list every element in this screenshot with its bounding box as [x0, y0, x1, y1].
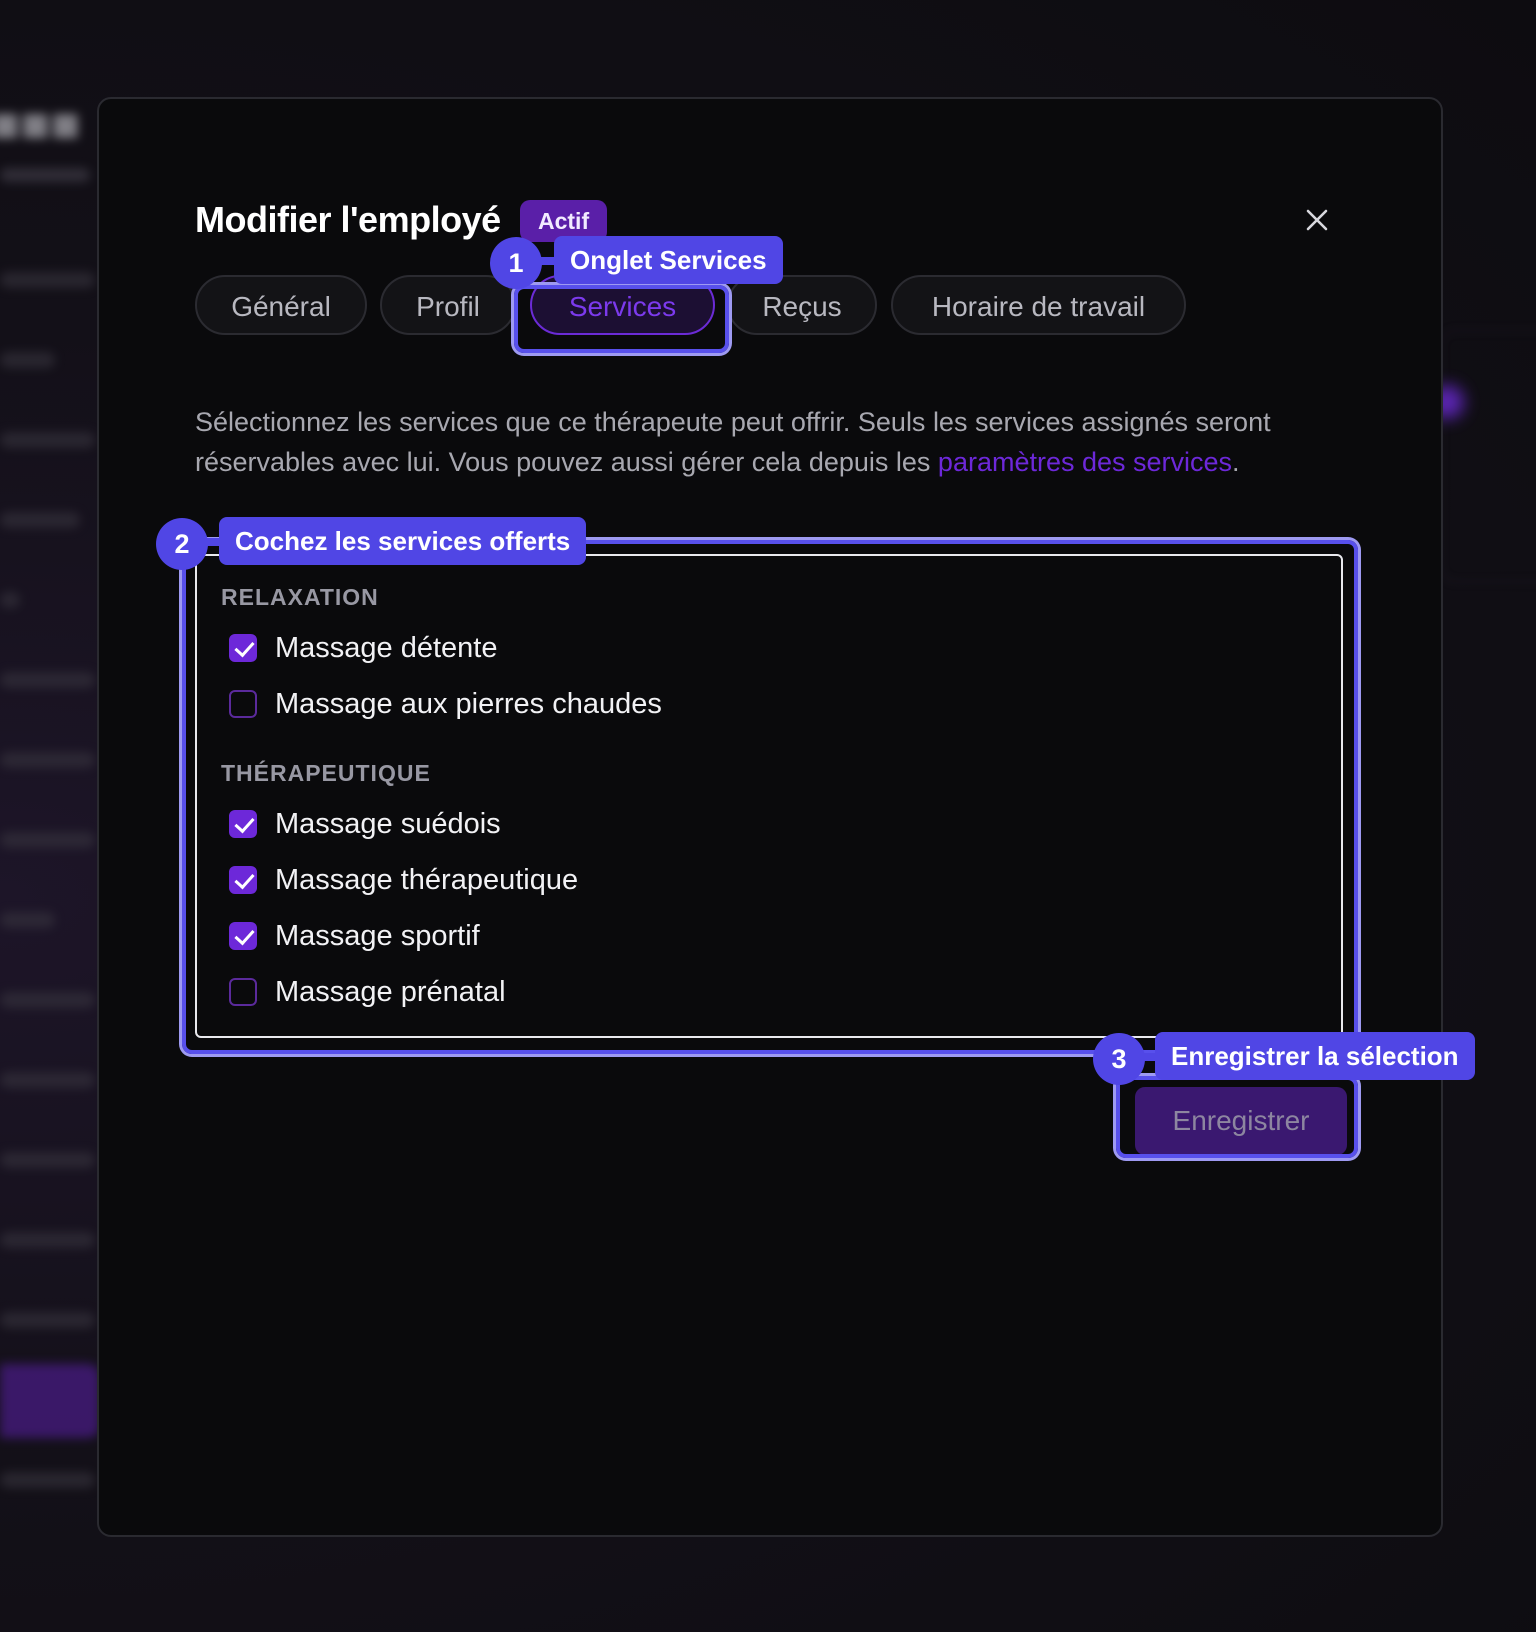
tab-horaire-de-travail[interactable]: Horaire de travail: [891, 275, 1186, 335]
close-icon[interactable]: [1302, 205, 1332, 235]
background-nav-item: [0, 512, 80, 528]
background-active-nav-item: [0, 1364, 100, 1438]
highlight-services-tab: [514, 285, 729, 353]
tab-recus[interactable]: Reçus: [727, 275, 877, 335]
background-nav-item: [0, 992, 95, 1008]
services-settings-link[interactable]: paramètres des services: [938, 447, 1232, 477]
background-nav-item: [0, 912, 55, 928]
background-nav-item: [0, 1312, 95, 1328]
background-nav-item: [0, 592, 20, 608]
background-nav-item: [0, 752, 95, 768]
modal-title: Modifier l'employé: [195, 199, 501, 240]
background-nav-item: [0, 1072, 95, 1088]
background-card: [1440, 330, 1536, 582]
background-nav-item: [0, 352, 55, 368]
background-nav-item: [0, 1472, 95, 1488]
background-nav-item: [0, 272, 95, 288]
annotation-label-1: Onglet Services: [554, 236, 783, 284]
annotation-number-3: 3: [1093, 1033, 1145, 1085]
background-nav-item: [0, 1232, 95, 1248]
background-logo: ■■■: [0, 96, 81, 152]
highlight-services-list: [182, 540, 1358, 1054]
description-trailing: .: [1232, 447, 1240, 477]
highlight-save-button: [1116, 1076, 1358, 1158]
annotation-label-3: Enregistrer la sélection: [1155, 1032, 1475, 1080]
background-nav-item: [0, 432, 95, 448]
annotation-label-2: Cochez les services offerts: [219, 517, 587, 565]
background-nav-item: [0, 1152, 95, 1168]
background-nav-item: [0, 832, 95, 848]
tab-general[interactable]: Général: [195, 275, 367, 335]
tab-profil[interactable]: Profil: [380, 275, 516, 335]
services-description: Sélectionnez les services que ce thérape…: [195, 402, 1325, 482]
background-nav-item: [0, 672, 95, 688]
annotation-number-2: 2: [156, 518, 208, 570]
background-subtitle: [0, 168, 90, 182]
annotation-number-1: 1: [490, 237, 542, 289]
background-sidebar: ■■■: [0, 0, 110, 1632]
